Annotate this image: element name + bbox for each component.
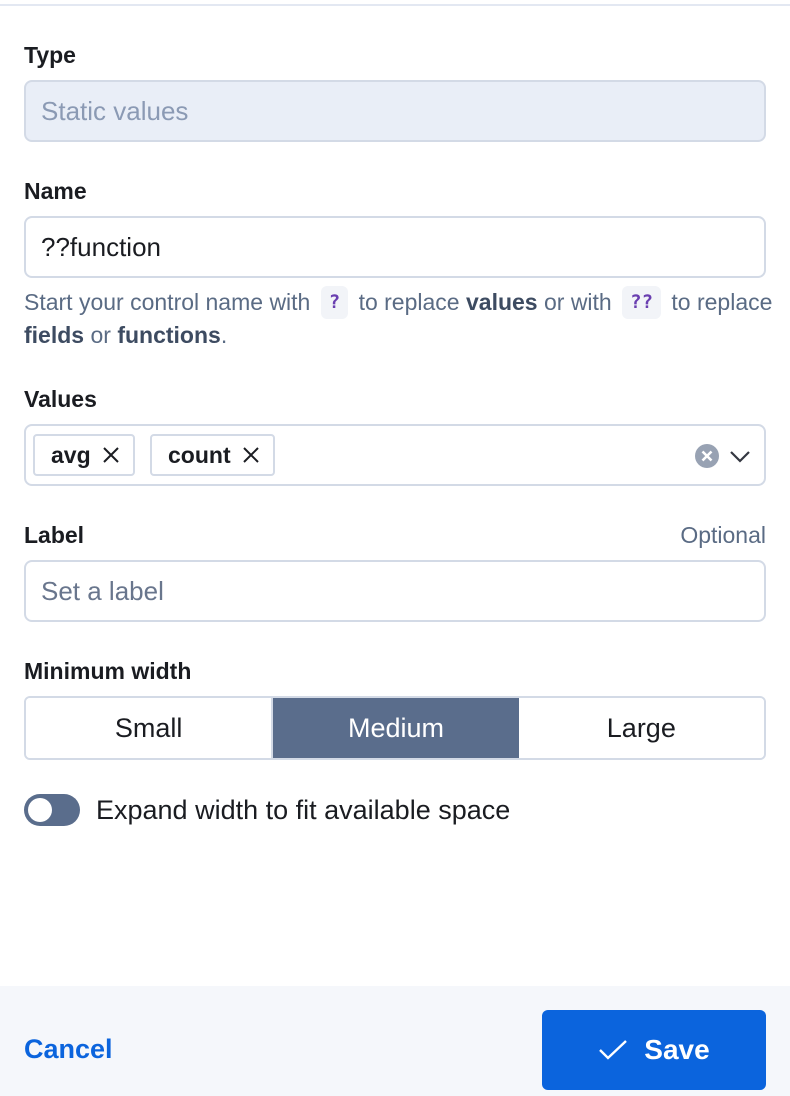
min-width-button-group: Small Medium Large xyxy=(24,696,766,760)
save-button[interactable]: Save xyxy=(542,1010,766,1090)
chip-label: count xyxy=(168,441,231,468)
help-text-part: or xyxy=(90,322,111,348)
width-option-small[interactable]: Small xyxy=(26,698,272,758)
value-chip-count: count xyxy=(150,434,275,476)
label-input[interactable]: Set a label xyxy=(24,560,766,622)
name-help-text: Start your control name with ? to replac… xyxy=(24,286,774,352)
chevron-down-icon[interactable] xyxy=(728,445,752,469)
remove-chip-icon[interactable] xyxy=(241,445,261,465)
name-input[interactable]: ??function xyxy=(24,216,766,278)
top-divider xyxy=(0,4,790,6)
type-field: Static values xyxy=(24,80,766,142)
help-text-part: to replace xyxy=(358,289,460,315)
expand-width-toggle[interactable] xyxy=(24,794,80,826)
expand-width-label: Expand width to fit available space xyxy=(96,795,511,825)
save-label: Save xyxy=(644,1034,710,1065)
optional-hint: Optional xyxy=(680,522,766,548)
help-bold-values: values xyxy=(465,289,538,315)
width-option-medium[interactable]: Medium xyxy=(271,698,519,758)
help-code-single: ? xyxy=(320,286,349,319)
help-text-part: to replace xyxy=(671,289,773,315)
check-icon xyxy=(598,1038,628,1062)
clear-all-icon[interactable] xyxy=(694,443,720,469)
help-text-part: or with xyxy=(543,289,612,315)
value-chip-avg: avg xyxy=(33,434,135,476)
label-placeholder: Set a label xyxy=(41,576,164,606)
type-label: Type xyxy=(24,42,76,68)
label-field-label: Label xyxy=(24,522,85,548)
help-bold-fields: fields xyxy=(24,322,85,348)
cancel-button[interactable]: Cancel xyxy=(24,1034,113,1065)
toggle-knob xyxy=(28,798,52,822)
values-label: Values xyxy=(24,386,97,412)
values-combobox[interactable]: avg count xyxy=(24,424,766,486)
help-text-part: . xyxy=(220,322,228,348)
name-value: ??function xyxy=(41,232,161,262)
min-width-label: Minimum width xyxy=(24,658,192,684)
chip-label: avg xyxy=(51,441,91,468)
name-label: Name xyxy=(24,178,87,204)
help-text-part: Start your control name with xyxy=(24,289,311,315)
help-bold-functions: functions xyxy=(117,322,221,348)
type-value: Static values xyxy=(41,96,189,126)
remove-chip-icon[interactable] xyxy=(101,445,121,465)
width-option-large[interactable]: Large xyxy=(518,698,764,758)
help-code-double: ?? xyxy=(622,286,662,319)
